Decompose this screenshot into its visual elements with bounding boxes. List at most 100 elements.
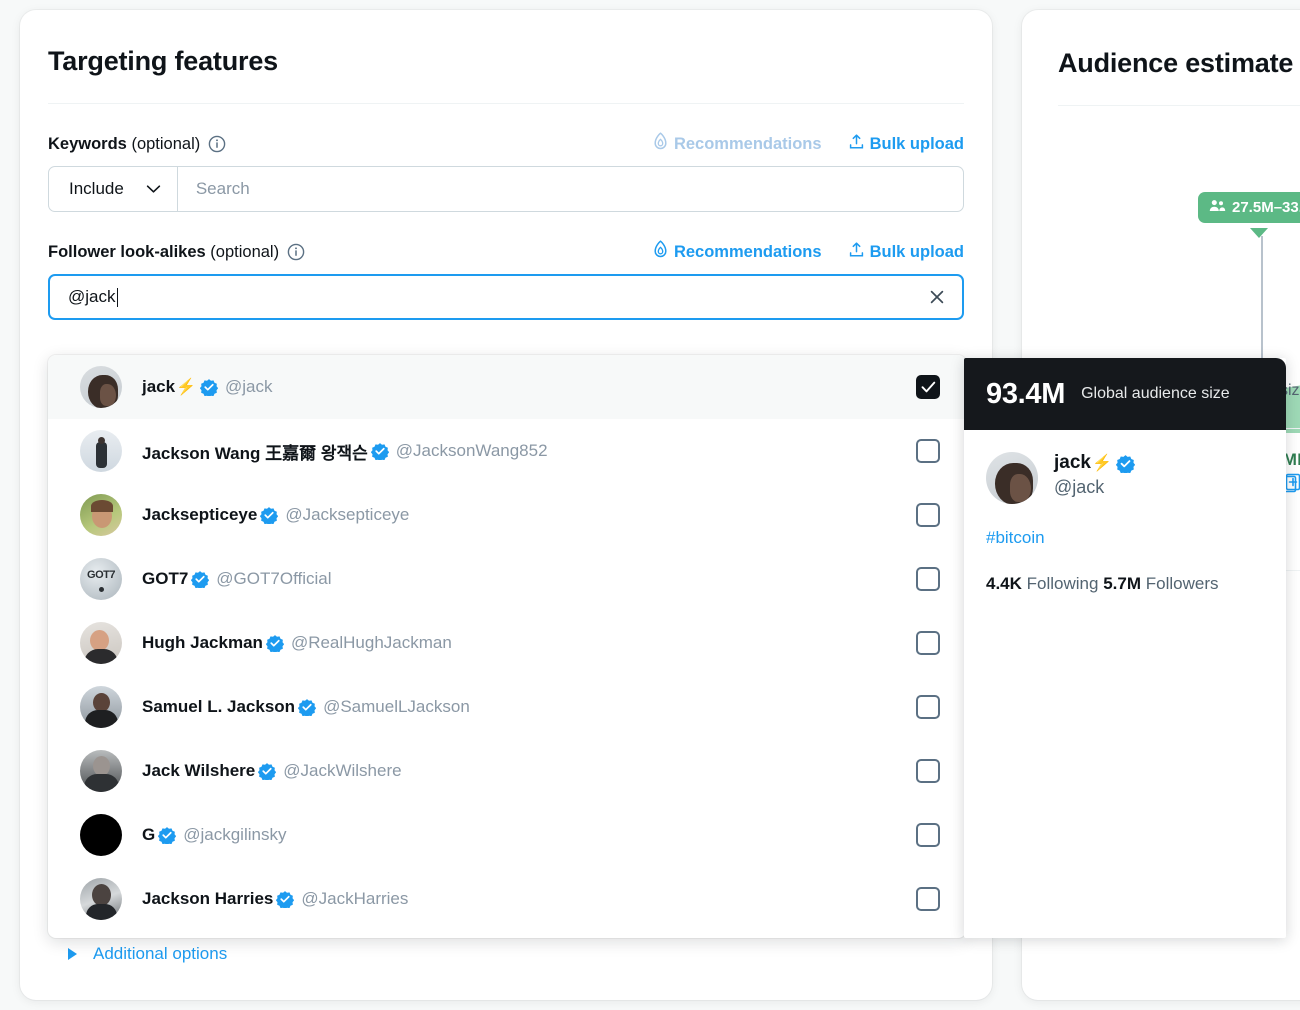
suggestion-display-name: Jackson Wang 王嘉爾 왕잭슨 <box>142 439 368 464</box>
follower-lookalikes-input[interactable]: @jack <box>48 274 964 320</box>
follower-lookalikes-label: Follower look-alikes (optional) <box>48 243 279 262</box>
suggestion-checkbox[interactable] <box>916 503 940 527</box>
keywords-search-input[interactable]: Search <box>178 167 963 211</box>
follower-lookalikes-bulk-upload-label: Bulk upload <box>870 243 964 262</box>
keywords-input-row: Include Search <box>48 166 964 212</box>
suggestion-checkbox[interactable] <box>916 759 940 783</box>
popover-audience-caption: Global audience size <box>1081 385 1230 403</box>
follower-lookalikes-recommendations-label: Recommendations <box>674 243 822 262</box>
avatar <box>80 366 122 408</box>
popover-followers-count: 5.7M <box>1103 574 1141 593</box>
popover-body: jack ⚡ @jack #bitcoin 4.4K Follo <box>964 430 1286 594</box>
keywords-bulk-upload-link[interactable]: Bulk upload <box>848 133 964 156</box>
suggestion-checkbox[interactable] <box>916 887 940 911</box>
follower-lookalikes-recommendations-link[interactable]: Recommendations <box>652 240 822 264</box>
keywords-label: Keywords (optional) <box>48 135 200 154</box>
title-divider <box>48 103 964 104</box>
suggestion-handle: @JacksonWang852 <box>396 441 548 461</box>
suggestion-display-name: Hugh Jackman <box>142 633 263 653</box>
verified-badge-icon <box>371 442 389 460</box>
flame-icon <box>652 132 669 156</box>
chevron-down-icon <box>146 179 161 199</box>
popover-user-name: jack <box>1054 452 1091 474</box>
audience-estimate-divider <box>1058 105 1300 106</box>
suggestion-checkbox[interactable] <box>916 631 940 655</box>
suggestion-handle: @Jacksepticeye <box>285 505 409 525</box>
popover-user-handle: @jack <box>1054 477 1142 498</box>
suggestion-row[interactable]: Jackson Wang 王嘉爾 왕잭슨 @JacksonWang852 <box>48 419 966 483</box>
triangle-right-icon <box>68 948 77 960</box>
verified-badge-icon <box>266 634 284 652</box>
suggestion-text: Jacksepticeye @Jacksepticeye <box>142 505 409 525</box>
suggestion-row[interactable]: Jackson Harries@JackHarries <box>48 867 966 931</box>
avatar <box>80 430 122 472</box>
keywords-match-type-select[interactable]: Include <box>49 167 178 211</box>
suggestion-text: G @jackgilinsky <box>142 825 286 845</box>
follower-lookalikes-bulk-upload-link[interactable]: Bulk upload <box>848 241 964 264</box>
popover-user-bio[interactable]: #bitcoin <box>986 528 1264 548</box>
suggestion-checkbox[interactable] <box>916 823 940 847</box>
suggestion-checkbox[interactable] <box>916 439 940 463</box>
suggestion-row[interactable]: Jack Wilshere @JackWilshere <box>48 739 966 803</box>
additional-options-toggle[interactable]: Additional options <box>68 944 227 964</box>
audience-estimate-badge-value: 27.5M–33.6M <box>1232 199 1300 216</box>
avatar <box>80 814 122 856</box>
suggestion-display-name: G <box>142 825 155 845</box>
avatar <box>80 686 122 728</box>
suggestion-row[interactable]: GOT7@GOT7Official <box>48 547 966 611</box>
popover-followers-label: Followers <box>1146 574 1219 593</box>
suggestion-checkbox[interactable] <box>916 695 940 719</box>
info-icon[interactable] <box>208 135 226 153</box>
popover-user-stats: 4.4K Following 5.7M Followers <box>986 574 1264 594</box>
follower-lookalikes-suggestion-list: jack⚡@jack Jackson Wang 王嘉爾 왕잭슨 @JacksonWa… <box>48 355 966 938</box>
keywords-field: Keywords (optional) <box>20 132 992 212</box>
popover-following-label: Following <box>1027 574 1099 593</box>
people-icon <box>1209 199 1226 216</box>
additional-options-label: Additional options <box>93 944 227 964</box>
suggestion-row[interactable]: G @jackgilinsky <box>48 803 966 867</box>
suggestion-text: Jackson Harries@JackHarries <box>142 889 408 909</box>
verified-badge-icon <box>258 762 276 780</box>
popover-user-nameline: jack ⚡ <box>1054 452 1142 474</box>
info-icon[interactable] <box>287 243 305 261</box>
suggestion-checkbox[interactable] <box>916 375 940 399</box>
avatar <box>80 494 122 536</box>
audience-preview-popover: 93.4M Global audience size jack ⚡ <box>964 358 1286 938</box>
suggestion-display-name: jack <box>142 377 175 397</box>
audience-estimate-badge: 27.5M–33.6M <box>1198 192 1300 223</box>
keywords-bulk-upload-label: Bulk upload <box>870 135 964 154</box>
suggestion-text: jack⚡@jack <box>142 377 273 397</box>
audience-estimate-title: Audience estimate <box>1022 10 1300 79</box>
close-icon[interactable] <box>928 288 946 306</box>
suggestion-row[interactable]: Jacksepticeye @Jacksepticeye <box>48 483 966 547</box>
suggestion-row[interactable]: Hugh Jackman@RealHughJackman <box>48 611 966 675</box>
suggestion-handle: @SamuelLJackson <box>323 697 470 717</box>
upload-icon <box>848 133 865 156</box>
suggestion-checkbox[interactable] <box>916 567 940 591</box>
suggestion-text: GOT7@GOT7Official <box>142 569 332 589</box>
lightning-bolt-icon: ⚡ <box>1092 453 1112 473</box>
keywords-match-type-value: Include <box>69 179 124 199</box>
keywords-recommendations-link[interactable]: Recommendations <box>652 132 822 156</box>
suggestion-text: Hugh Jackman@RealHughJackman <box>142 633 452 653</box>
verified-badge-icon <box>191 570 209 588</box>
suggestion-row[interactable]: Samuel L. Jackson @SamuelLJackson <box>48 675 966 739</box>
suggestion-handle: @JackWilshere <box>283 761 401 781</box>
suggestion-handle: @jackgilinsky <box>183 825 286 845</box>
popover-audience-value: 93.4M <box>986 378 1065 411</box>
keywords-field-header: Keywords (optional) <box>48 132 964 156</box>
suggestion-display-name: Jack Wilshere <box>142 761 255 781</box>
popover-header: 93.4M Global audience size <box>964 358 1286 430</box>
verified-badge-icon <box>260 506 278 524</box>
upload-icon <box>848 241 865 264</box>
audience-estimate-badge-tail <box>1250 228 1268 238</box>
suggestion-handle: @GOT7Official <box>216 569 331 589</box>
avatar <box>80 622 122 664</box>
verified-badge-icon <box>158 826 176 844</box>
suggestion-display-name: Jackson Harries <box>142 889 273 909</box>
suggestion-display-name: Jacksepticeye <box>142 505 257 525</box>
avatar <box>80 878 122 920</box>
suggestion-display-name: Samuel L. Jackson <box>142 697 295 717</box>
popover-following-count: 4.4K <box>986 574 1022 593</box>
suggestion-row[interactable]: jack⚡@jack <box>48 355 966 419</box>
